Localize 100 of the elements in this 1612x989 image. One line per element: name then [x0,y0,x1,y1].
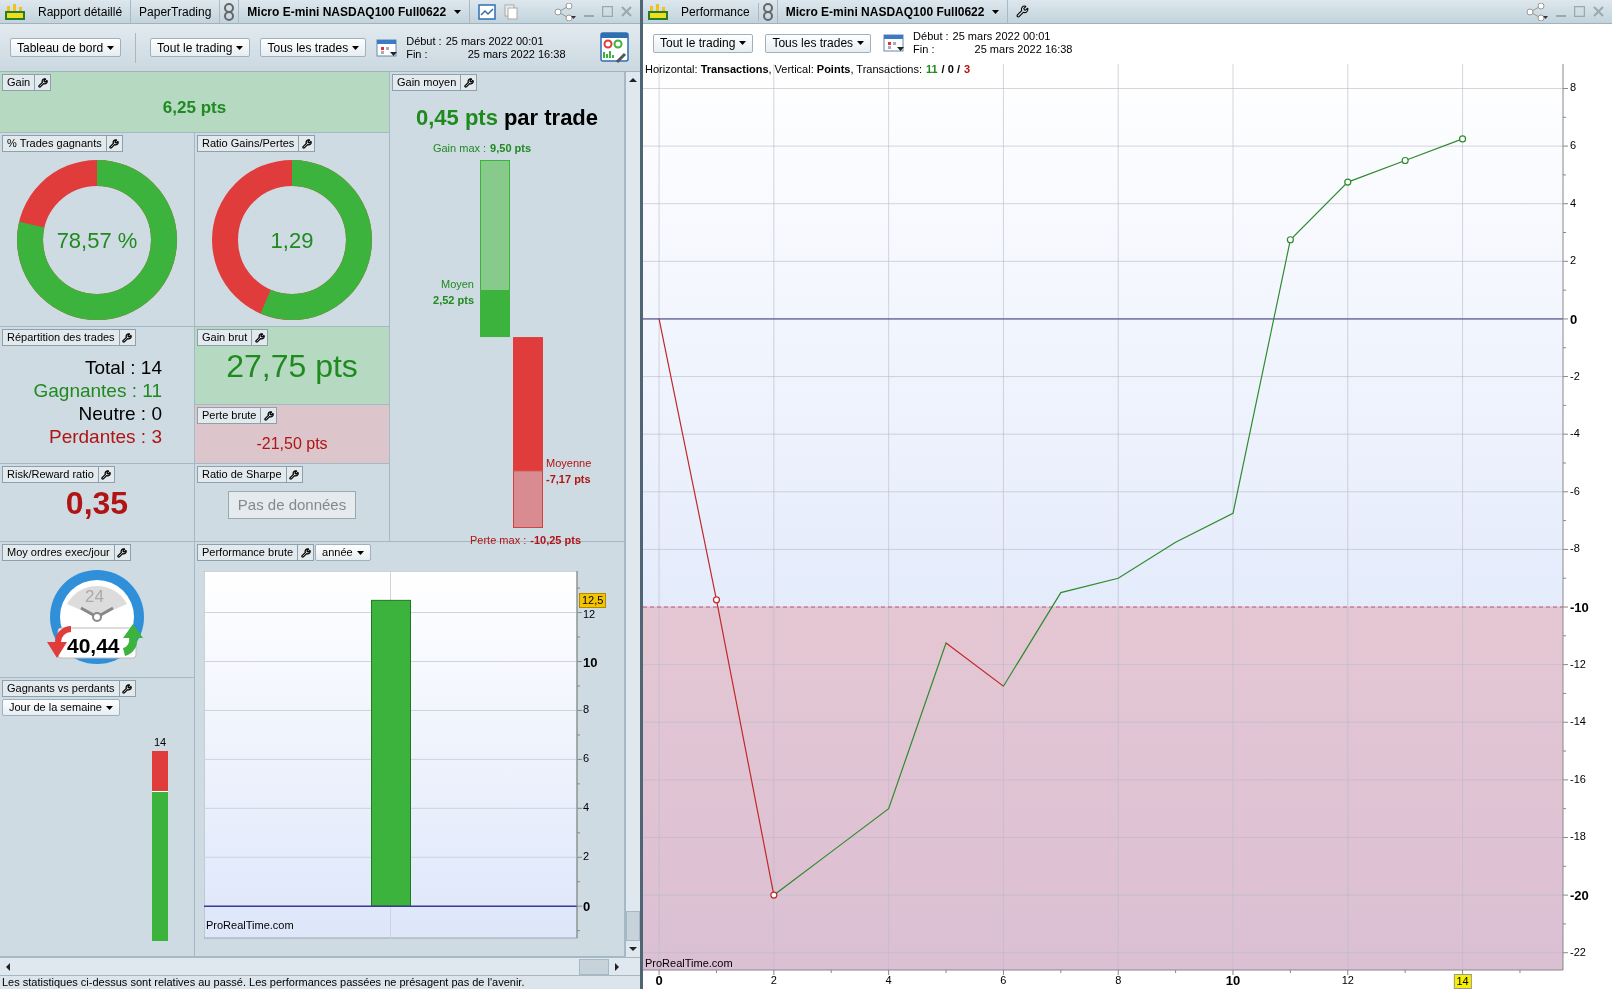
date-label: Début : [406,34,442,48]
average-loss-label: Moyenne [546,456,592,472]
watermark: ProRealTime.com [645,956,733,971]
link-icon[interactable] [762,2,773,21]
axis-label: 0 [1570,312,1578,326]
settings-button[interactable] [35,74,52,91]
axis-label: -2 [1570,370,1580,382]
caret-icon [857,41,865,45]
settings-button[interactable] [261,407,278,424]
caret-icon [356,550,364,555]
trade-count: Total : 14 [84,356,162,379]
axis-label: 8 [1115,974,1122,987]
axis-label: 6 [1570,140,1577,152]
caret-icon [992,9,1000,14]
axis-label: 6 [1000,974,1007,987]
filter-dropdown[interactable]: Tous les trades [260,38,367,57]
wrench-icon [101,469,112,480]
link-icon[interactable] [224,2,235,21]
scroll-thumb[interactable] [579,958,609,975]
widget-title: Performance brute [197,544,299,561]
widget-title: Gain moyen [392,74,462,91]
axis-label: 0 [655,974,663,987]
filter-dropdown[interactable]: Tous les trades [765,33,872,53]
axis-label: 2 [1570,255,1577,267]
average-gain-value: 0,45 pts [415,104,498,132]
window-tab[interactable]: Rapport détaillé [30,0,132,23]
axis-label: 12 [583,608,596,620]
chart-add-icon[interactable] [478,3,497,20]
donut-value: 78,57 % [56,226,138,255]
axis-label: -12 [1570,658,1586,670]
period-dropdown[interactable]: Jour de la semaine [2,699,120,716]
caret-icon [105,705,113,710]
settings-button[interactable] [252,329,269,346]
axis-label: 4 [885,974,892,987]
point-marker [1286,236,1294,244]
max-gain-value: 9,50 pts [490,141,532,156]
caret-icon [352,45,360,50]
settings-button[interactable] [298,544,315,561]
dashboard-settings-icon[interactable] [600,31,630,64]
date-label: Fin : [913,43,936,56]
watermark: ProRealTime.com [206,918,294,933]
horizontal-scrollbar[interactable] [0,957,640,975]
axis-label: 4 [1570,197,1577,209]
widget-title: Gagnants vs perdants [2,680,120,697]
axis-label: 2 [770,974,777,987]
axis-label: -8 [1570,543,1580,555]
wrench-icon [300,547,311,558]
point-marker [1401,156,1409,165]
window-tab[interactable]: PaperTrading [131,0,221,23]
axis-label: -20 [1570,889,1589,903]
max-loss-label: Perte max : [470,532,527,548]
period-dropdown[interactable]: année [315,544,371,561]
disclaimer-text: Les statistiques ci-dessus sont relatives au passé. Les performances passées ne présagent pas de l'avenir. [2,976,525,989]
wrench-icon [254,332,265,343]
wrench-icon[interactable] [1016,5,1030,18]
instrument-dropdown[interactable]: Micro E-mini NASDAQ100 Full0622 [776,0,1009,23]
wrench-icon [37,77,48,88]
axis-label: 8 [583,704,590,716]
widget-title: % Trades gagnants [2,135,107,152]
wrench-icon [463,77,474,88]
wrench-icon [289,469,299,480]
vertical-scrollbar[interactable] [625,72,640,957]
axis-label: 8 [1570,82,1577,94]
transaction-count: 3 [963,62,971,76]
widget-title: Risk/Reward ratio [2,466,99,483]
widget-title: Perte brute [197,407,262,424]
wrench-icon [109,138,120,149]
demo-logo-icon [647,3,669,20]
window-title: Performance [673,2,759,21]
orders-per-day-value: 40,44 [67,633,120,659]
value-marker: 12,5 [579,593,607,609]
date-label: Début : [913,30,949,43]
view-dropdown[interactable]: Tableau de bord [10,38,122,57]
axis-label: 10 [1225,974,1241,987]
share-icon[interactable] [1526,2,1548,21]
date-value: 25 mars 2022 16:38 [973,43,1073,56]
date-value: 25 mars 2022 00:01 [952,30,1052,43]
trade-count: Neutre : 0 [78,402,162,425]
date-value: 25 mars 2022 00:01 [445,34,545,48]
average-gain-suffix: par trade [503,104,599,132]
bar-total-label: 14 [153,735,167,750]
caret-icon [454,9,462,14]
wrench-icon [263,410,274,421]
wrench-icon [122,683,133,694]
transaction-count: 11 [925,62,938,76]
settings-button[interactable] [461,74,478,91]
instrument-dropdown[interactable]: Micro E-mini NASDAQ100 Full0622 [238,0,471,23]
gross-gain-value: 27,75 pts [226,348,358,384]
max-loss-value: -10,25 pts [530,532,581,548]
calendar-icon[interactable] [883,33,906,53]
filter-dropdown[interactable]: Tout le trading [653,33,754,53]
max-gain-label: Gain max : [432,141,487,156]
share-icon[interactable] [554,2,576,21]
point-marker [1344,178,1352,186]
axis-label: 12 [1341,974,1354,987]
calendar-icon[interactable] [376,37,399,58]
settings-button[interactable] [299,135,316,152]
scroll-thumb[interactable] [626,911,640,941]
wrench-icon [122,332,133,343]
filter-dropdown[interactable]: Tout le trading [150,38,251,57]
